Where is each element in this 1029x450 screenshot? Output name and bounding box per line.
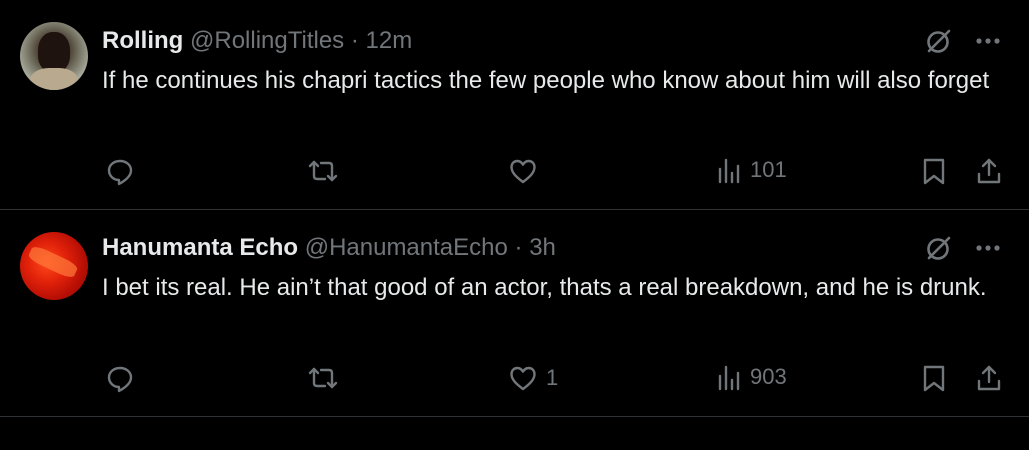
reply-button[interactable]	[105, 363, 135, 393]
retweet-button[interactable]	[306, 156, 340, 186]
retweet-button[interactable]	[306, 363, 340, 393]
share-button[interactable]	[975, 156, 1003, 186]
separator-dot: ·	[514, 234, 523, 261]
more-icon[interactable]	[975, 244, 1001, 252]
timestamp[interactable]: 12m	[366, 27, 413, 54]
display-name[interactable]: Hanumanta Echo	[102, 234, 298, 261]
views-button[interactable]: 101	[716, 156, 787, 184]
retweet-icon	[306, 363, 340, 393]
tweet-header: Hanumanta Echo @HanumantaEcho · 3h	[102, 233, 556, 263]
heart-icon	[508, 156, 538, 186]
like-button[interactable]: 1	[508, 363, 558, 393]
avatar[interactable]	[20, 232, 88, 300]
tweet-text: If he continues his chapri tactics the f…	[102, 67, 990, 94]
reply-button[interactable]	[105, 156, 135, 186]
views-button[interactable]: 903	[716, 363, 787, 391]
tweet-header: Rolling @RollingTitles · 12m	[102, 26, 412, 56]
timestamp[interactable]: 3h	[529, 234, 556, 261]
views-count: 903	[750, 364, 787, 389]
grok-icon[interactable]	[923, 233, 953, 263]
share-icon	[975, 363, 1003, 393]
bookmark-button[interactable]	[920, 363, 948, 393]
bookmark-icon	[920, 363, 948, 393]
like-count: 1	[546, 365, 559, 390]
more-icon[interactable]	[975, 37, 1001, 45]
tweet-actions: 1 903	[0, 363, 1029, 395]
views-count: 101	[750, 157, 787, 182]
avatar[interactable]	[20, 22, 88, 90]
tweet-text: I bet its real. He ain’t that good of an…	[102, 274, 987, 301]
tweet-top-icons	[923, 26, 1001, 56]
like-button[interactable]	[508, 156, 546, 186]
user-handle[interactable]: @HanumantaEcho	[305, 234, 508, 261]
separator-dot: ·	[350, 27, 359, 54]
share-button[interactable]	[975, 363, 1003, 393]
tweet-actions: 101	[0, 156, 1029, 188]
tweet-item[interactable]: Hanumanta Echo @HanumantaEcho · 3h I bet…	[0, 210, 1029, 417]
views-icon	[716, 156, 742, 184]
tweet-top-icons	[923, 233, 1001, 263]
share-icon	[975, 156, 1003, 186]
user-handle[interactable]: @RollingTitles	[190, 27, 344, 54]
tweet-item[interactable]: Rolling @RollingTitles · 12m If he conti…	[0, 0, 1029, 210]
retweet-icon	[306, 156, 340, 186]
reply-feed: Rolling @RollingTitles · 12m If he conti…	[0, 0, 1029, 450]
display-name[interactable]: Rolling	[102, 27, 183, 54]
reply-icon	[105, 363, 135, 393]
bookmark-icon	[920, 156, 948, 186]
views-icon	[716, 363, 742, 391]
bookmark-button[interactable]	[920, 156, 948, 186]
grok-icon[interactable]	[923, 26, 953, 56]
heart-icon	[508, 363, 538, 393]
reply-icon	[105, 156, 135, 186]
